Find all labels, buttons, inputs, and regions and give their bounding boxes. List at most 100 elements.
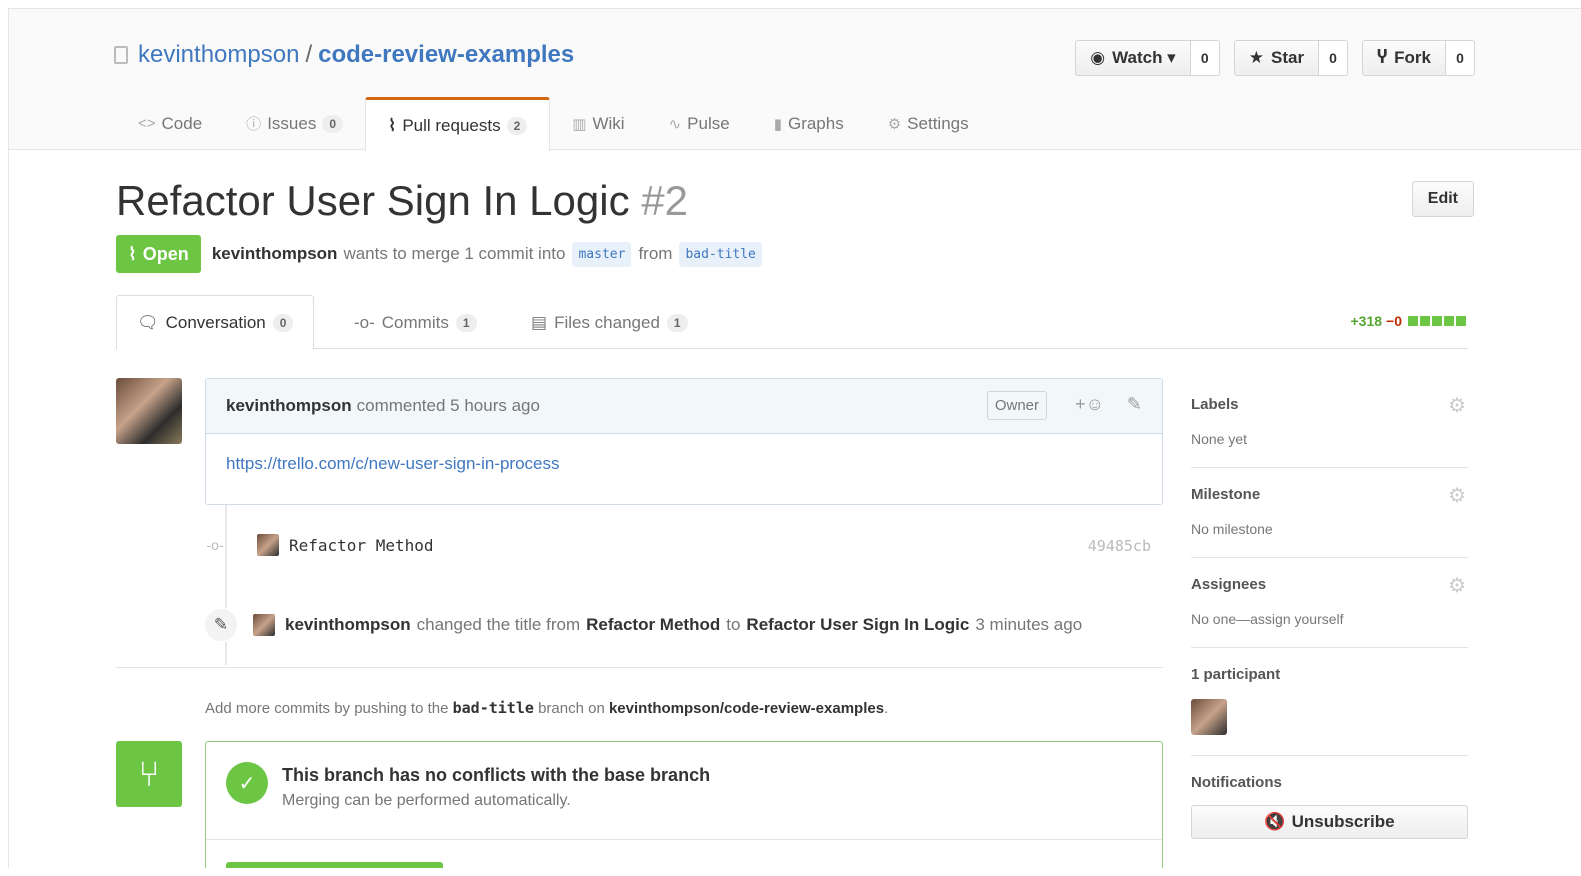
watch-group: ◉ Watch ▾ 0	[1075, 40, 1220, 76]
check-icon: ✓	[226, 762, 268, 804]
issue-icon: ⓘ	[246, 116, 262, 133]
merge-status-title: This branch has no conflicts with the ba…	[282, 765, 711, 785]
watch-label: Watch ▾	[1112, 48, 1176, 67]
pr-tabs: 🗨 Conversation 0 -o- Commits 1 ▤ Files c…	[116, 295, 1468, 350]
repo-separator: /	[305, 41, 313, 68]
add-reaction-icon[interactable]: +☺	[1075, 394, 1104, 415]
push-branch: bad-title	[452, 699, 534, 717]
assignees-heading: Assignees	[1191, 576, 1267, 593]
push-repo[interactable]: kevinthompson/code-review-examples	[609, 700, 884, 717]
pr-author[interactable]: kevinthompson	[212, 244, 338, 264]
tab-conversation[interactable]: 🗨 Conversation 0	[116, 295, 315, 350]
fork-icon: Ⴤ	[1377, 48, 1388, 67]
labels-heading: Labels	[1191, 396, 1239, 413]
diffstat-additions: +318	[1350, 313, 1383, 329]
nav-graphs[interactable]: ▮ Graphs	[752, 97, 866, 150]
repo-owner-link[interactable]: kevinthompson	[138, 41, 299, 69]
assignees-value[interactable]: No one—assign yourself	[1191, 611, 1468, 627]
diffstat-block	[1420, 316, 1430, 326]
nav-code[interactable]: <> Code	[116, 97, 224, 150]
repo-nav: <> Code ⓘ Issues 0 ⌇ Pull requests 2 ▥ W…	[116, 97, 991, 151]
comment-header: kevinthompson commented 5 hours ago Owne…	[206, 379, 1162, 434]
tab-conversation-label: Conversation	[165, 312, 266, 332]
sidebar-notifications: Notifications 🔇 Unsubscribe	[1191, 756, 1468, 859]
commit-author-avatar[interactable]	[257, 534, 279, 556]
head-branch[interactable]: bad-title	[679, 241, 762, 267]
commit-icon: -o-	[206, 537, 224, 553]
pr-number: #2	[641, 177, 688, 224]
nav-pull-requests[interactable]: ⌇ Pull requests 2	[365, 97, 551, 151]
nav-settings[interactable]: ⚙ Settings	[866, 97, 991, 150]
nav-issues[interactable]: ⓘ Issues 0	[224, 97, 365, 150]
nav-pulse[interactable]: ∿ Pulse	[647, 97, 752, 150]
new-title: Refactor User Sign In Logic	[746, 615, 970, 634]
star-count[interactable]: 0	[1319, 40, 1349, 76]
comment-author[interactable]: kevinthompson	[226, 396, 352, 416]
diffstat-deletions: −0	[1386, 313, 1402, 329]
browser-frame: kevinthompson / code-review-examples ◉ W…	[8, 8, 1581, 868]
milestone-value: No milestone	[1191, 521, 1273, 537]
repo-title: kevinthompson / code-review-examples	[114, 41, 574, 69]
repo-actions: ◉ Watch ▾ 0 ★ Star 0 Ⴤ Fork 0	[1075, 40, 1475, 76]
repo-name-link[interactable]: code-review-examples	[318, 41, 574, 69]
code-icon: <>	[138, 115, 156, 132]
pulse-icon: ∿	[668, 115, 682, 133]
edit-title-button[interactable]: Edit	[1411, 181, 1474, 217]
conversation-count: 0	[272, 313, 294, 332]
merge-status: ✓ This branch has no conflicts with the …	[206, 742, 1162, 840]
watch-button[interactable]: ◉ Watch ▾	[1075, 40, 1191, 76]
files-count: 1	[666, 313, 688, 332]
unsubscribe-button[interactable]: 🔇 Unsubscribe	[1191, 805, 1468, 839]
mute-icon: 🔇	[1264, 812, 1286, 831]
rename-text-1: changed the title from	[416, 615, 581, 634]
participant-avatar[interactable]	[1191, 699, 1227, 735]
rename-author-avatar[interactable]	[253, 614, 275, 636]
merge-pull-request-button[interactable]	[226, 862, 443, 868]
rename-event: ✎ kevinthompson changed the title from R…	[203, 607, 1083, 643]
edit-comment-icon[interactable]: ✎	[1127, 394, 1142, 415]
nav-issues-label: Issues	[267, 113, 317, 133]
issues-count: 0	[322, 114, 344, 133]
gear-icon[interactable]: ⚙	[1448, 573, 1466, 598]
state-badge: ⌇ Open	[116, 235, 201, 273]
star-icon: ★	[1248, 48, 1264, 67]
tab-files-label: Files changed	[554, 312, 660, 332]
git-merge-icon: ⑂	[116, 741, 182, 807]
fork-count[interactable]: 0	[1446, 40, 1475, 76]
rename-time: 3 minutes ago	[975, 615, 1083, 634]
milestone-heading: Milestone	[1191, 486, 1261, 503]
graph-icon: ▮	[773, 115, 782, 133]
gear-icon[interactable]: ⚙	[1448, 483, 1466, 508]
watch-count[interactable]: 0	[1190, 40, 1220, 76]
fork-button[interactable]: Ⴤ Fork	[1362, 40, 1446, 76]
tab-commits[interactable]: -o- Commits 1	[334, 295, 497, 350]
pull-request-icon: ⌇	[388, 115, 397, 135]
commit-sha[interactable]: 49485cb	[1088, 537, 1151, 555]
nav-code-label: Code	[161, 113, 203, 133]
gear-icon[interactable]: ⚙	[1448, 393, 1466, 418]
comment-author-avatar[interactable]	[116, 378, 182, 444]
commit-icon: -o-	[354, 312, 375, 332]
sidebar-labels: Labels None yet ⚙	[1191, 378, 1468, 468]
push-text-1: Add more commits by pushing to the	[205, 700, 449, 717]
diffstat-block	[1408, 316, 1418, 326]
diffstat-block	[1456, 316, 1466, 326]
push-text-3: .	[884, 700, 889, 717]
nav-wiki[interactable]: ▥ Wiki	[550, 97, 646, 150]
merge-status-subtitle: Merging can be performed automatically.	[282, 792, 571, 809]
comment-icon: 🗨	[137, 312, 159, 332]
base-branch[interactable]: master	[572, 241, 632, 267]
star-group: ★ Star 0	[1233, 40, 1349, 76]
tab-files-changed[interactable]: ▤ Files changed 1	[511, 295, 708, 350]
diffstat-block	[1432, 316, 1442, 326]
diffstat-block	[1444, 316, 1454, 326]
notifications-heading: Notifications	[1191, 774, 1282, 791]
nav-pulse-label: Pulse	[687, 113, 730, 133]
pr-title: Refactor User Sign In Logic #2	[116, 177, 688, 225]
trello-link[interactable]: https://trello.com/c/new-user-sign-in-pr…	[226, 454, 560, 473]
commit-message[interactable]: Refactor Method	[289, 536, 434, 555]
nav-graphs-label: Graphs	[787, 113, 844, 133]
rename-author[interactable]: kevinthompson	[285, 615, 411, 635]
file-diff-icon: ▤	[531, 312, 548, 332]
star-button[interactable]: ★ Star	[1233, 40, 1320, 76]
